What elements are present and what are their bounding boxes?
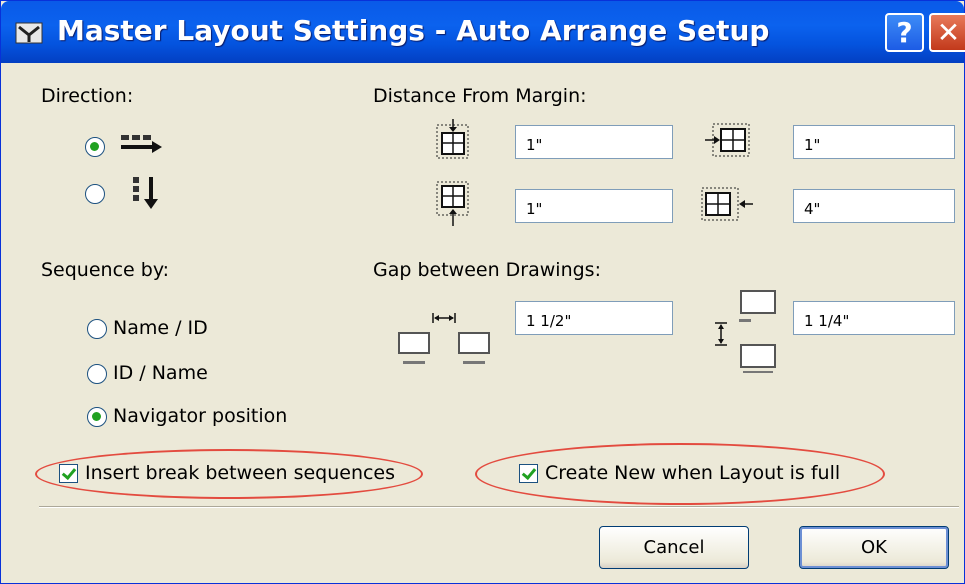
help-button[interactable]: ? (885, 13, 924, 52)
sequence-name-id-label[interactable]: Name / ID (113, 317, 208, 339)
sequence-label: Sequence by: (41, 259, 170, 281)
insert-break-checkbox[interactable] (59, 464, 78, 483)
right-margin-field[interactable]: 4" (793, 189, 955, 223)
app-icon (15, 22, 43, 44)
direction-label: Direction: (41, 85, 134, 107)
sequence-navigator-radio[interactable] (87, 407, 107, 427)
vertical-gap-field[interactable]: 1 1/4" (793, 301, 955, 335)
horizontal-gap-field[interactable]: 1 1/2" (515, 301, 673, 335)
top-margin-field[interactable]: 1" (515, 125, 673, 159)
title-bar[interactable]: Master Layout Settings - Auto Arrange Se… (1, 1, 965, 63)
direction-vertical-radio[interactable] (85, 184, 105, 204)
vertical-gap-icon (715, 290, 776, 373)
direction-horizontal-radio[interactable] (85, 137, 105, 157)
left-margin-field[interactable]: 1" (793, 125, 955, 159)
sequence-id-name-radio[interactable] (87, 364, 107, 384)
sequence-name-id-radio[interactable] (87, 319, 107, 339)
right-margin-icon (701, 187, 753, 221)
distance-label: Distance From Margin: (373, 85, 587, 107)
window-title: Master Layout Settings - Auto Arrange Se… (57, 14, 770, 47)
insert-break-label[interactable]: Insert break between sequences (85, 462, 395, 484)
bottom-margin-field[interactable]: 1" (515, 189, 673, 223)
gap-label: Gap between Drawings: (373, 259, 601, 281)
horizontal-arrange-icon (121, 135, 162, 153)
bottom-margin-icon (436, 181, 469, 226)
cancel-button[interactable]: Cancel (599, 526, 749, 569)
left-margin-icon (705, 123, 750, 157)
ok-button[interactable]: OK (799, 526, 949, 569)
dialog-window: Master Layout Settings - Auto Arrange Se… (0, 0, 965, 584)
create-new-checkbox[interactable] (519, 464, 538, 483)
sequence-navigator-label[interactable]: Navigator position (113, 405, 287, 427)
create-new-label[interactable]: Create New when Layout is full (545, 462, 840, 484)
horizontal-gap-icon (398, 313, 490, 364)
close-button[interactable]: ✕ (929, 13, 965, 52)
vertical-arrange-icon (133, 177, 158, 209)
sequence-id-name-label[interactable]: ID / Name (113, 362, 208, 384)
top-margin-icon (436, 119, 469, 159)
separator (39, 506, 959, 508)
